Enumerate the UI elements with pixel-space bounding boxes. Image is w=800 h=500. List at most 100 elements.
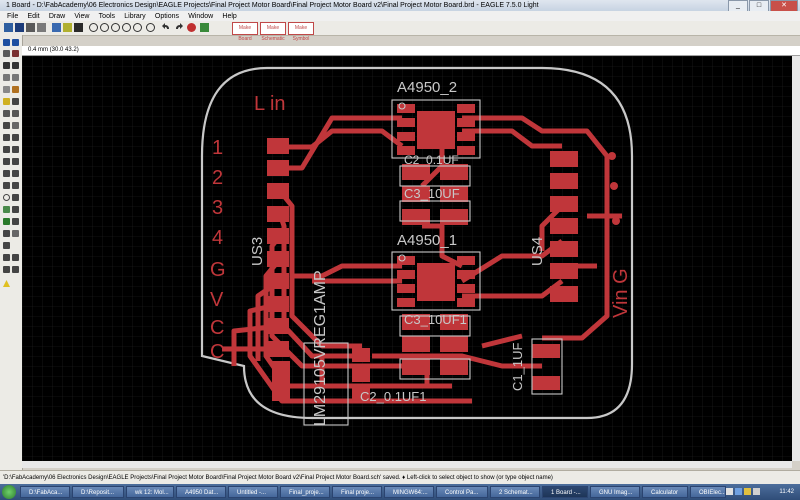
thermal-pad: [417, 111, 455, 149]
split-icon[interactable]: [3, 158, 10, 165]
redo-icon[interactable]: [174, 23, 183, 32]
taskbar-item[interactable]: Untitled -...: [228, 486, 278, 498]
wire-icon[interactable]: [3, 182, 10, 189]
taskbar-item[interactable]: Final proje...: [332, 486, 382, 498]
undo-icon[interactable]: [162, 23, 171, 32]
circle-icon[interactable]: [3, 194, 10, 201]
autorouter-icon[interactable]: [12, 254, 19, 261]
label-c2-top: C2_0.1UF: [404, 153, 459, 167]
label-a4950-2: A4950_2: [397, 79, 457, 96]
zoom-fit-icon[interactable]: [89, 23, 98, 32]
change-icon[interactable]: [12, 86, 19, 93]
pad: [440, 336, 468, 352]
rect-icon[interactable]: [3, 206, 10, 213]
taskbar-item[interactable]: D:\FabAca...: [20, 486, 70, 498]
optimize-icon[interactable]: [12, 158, 19, 165]
vertical-scrollbar[interactable]: [792, 56, 800, 461]
pad: [440, 209, 468, 225]
value-icon[interactable]: [12, 134, 19, 141]
arc-icon[interactable]: [12, 194, 19, 201]
pad: [397, 118, 415, 127]
taskbar-item[interactable]: MINGW64:...: [384, 486, 434, 498]
dimension-icon[interactable]: [3, 242, 10, 249]
taskbar-item[interactable]: Final_proje...: [280, 486, 330, 498]
text-icon[interactable]: [12, 182, 19, 189]
pad: [402, 336, 430, 352]
cam-icon[interactable]: [37, 23, 46, 32]
menu-bar: File Edit Draw View Tools Library Option…: [0, 11, 800, 21]
zoom-select-icon[interactable]: [133, 23, 142, 32]
save-icon[interactable]: [15, 23, 24, 32]
taskbar-item[interactable]: D:\Reposit...: [72, 486, 124, 498]
open-icon[interactable]: [4, 23, 13, 32]
taskbar-item[interactable]: wk 12: Mol...: [126, 486, 174, 498]
label-pin4: 4: [212, 227, 223, 249]
route-icon[interactable]: [3, 170, 10, 177]
label-us4: US4: [529, 237, 546, 266]
pad: [457, 270, 475, 279]
taskbar-item[interactable]: OBIElec...: [690, 486, 726, 498]
label-c2-bottom: C2_0.1UF1: [360, 389, 426, 404]
stop-icon[interactable]: [187, 23, 196, 32]
pad: [610, 182, 618, 190]
miter-icon[interactable]: [12, 146, 19, 153]
polygon-icon[interactable]: [12, 206, 19, 213]
zoom-redraw-icon[interactable]: [122, 23, 131, 32]
show-icon[interactable]: [12, 39, 19, 46]
signal-icon[interactable]: [12, 218, 19, 225]
go-icon[interactable]: [200, 23, 209, 32]
paste-icon[interactable]: [3, 98, 10, 105]
taskbar-item[interactable]: 2 Schemat...: [490, 486, 540, 498]
drc-icon[interactable]: [12, 266, 19, 273]
move-icon[interactable]: [3, 62, 10, 69]
board-switch-icon[interactable]: [52, 23, 61, 32]
print-icon[interactable]: [26, 23, 35, 32]
run-icon[interactable]: [74, 23, 83, 32]
pad: [457, 256, 475, 265]
taskbar-item[interactable]: A4950 Dat...: [176, 486, 226, 498]
pad: [532, 376, 560, 390]
taskbar-item[interactable]: Control Pa...: [436, 486, 488, 498]
replace-icon[interactable]: [3, 122, 10, 129]
errors-icon[interactable]: [3, 280, 10, 287]
delete-icon[interactable]: [12, 98, 19, 105]
start-button[interactable]: [2, 485, 16, 499]
copy-icon[interactable]: [12, 62, 19, 69]
taskbar-item-active[interactable]: 1 Board -...: [542, 486, 588, 498]
mirror-icon[interactable]: [3, 74, 10, 81]
display-icon[interactable]: [3, 50, 10, 57]
script-icon[interactable]: [63, 23, 72, 32]
pinswap-icon[interactable]: [12, 110, 19, 117]
via-icon[interactable]: [3, 218, 10, 225]
make-board-button[interactable]: Make Board: [232, 22, 258, 42]
ripup-icon[interactable]: [12, 170, 19, 177]
zoom-out-icon[interactable]: [111, 23, 120, 32]
mark-icon[interactable]: [12, 50, 19, 57]
ratsnest-icon[interactable]: [3, 254, 10, 261]
rotate-icon[interactable]: [12, 74, 19, 81]
system-tray[interactable]: [726, 488, 760, 496]
pad: [550, 286, 578, 302]
zoom-last-icon[interactable]: [146, 23, 155, 32]
zoom-in-icon[interactable]: [100, 23, 109, 32]
make-symbol-button[interactable]: Make Symbol: [288, 22, 314, 42]
attribute-icon[interactable]: [12, 230, 19, 237]
erc-icon[interactable]: [3, 266, 10, 273]
group-icon[interactable]: [3, 86, 10, 93]
lock-icon[interactable]: [12, 122, 19, 129]
hole-icon[interactable]: [3, 230, 10, 237]
pad: [402, 359, 430, 375]
pad: [612, 217, 620, 225]
make-schematic-button[interactable]: Make Schematic: [260, 22, 286, 42]
smash-icon[interactable]: [3, 146, 10, 153]
add-icon[interactable]: [3, 110, 10, 117]
info-icon[interactable]: [3, 39, 10, 46]
taskbar-item[interactable]: Calculator: [642, 486, 688, 498]
name-icon[interactable]: [3, 134, 10, 141]
horizontal-scrollbar[interactable]: [22, 461, 792, 468]
window-title: 1 Board - D:\FabAcademy\06 Electronics D…: [6, 2, 539, 9]
pad: [267, 318, 289, 334]
label-c3-top: C3_10UF: [404, 186, 460, 201]
board-canvas[interactable]: A4950_2 A4950_1 C2_0.1UF C3_10UF C3_10UF…: [22, 56, 792, 461]
taskbar-item[interactable]: GNU Imag...: [590, 486, 640, 498]
